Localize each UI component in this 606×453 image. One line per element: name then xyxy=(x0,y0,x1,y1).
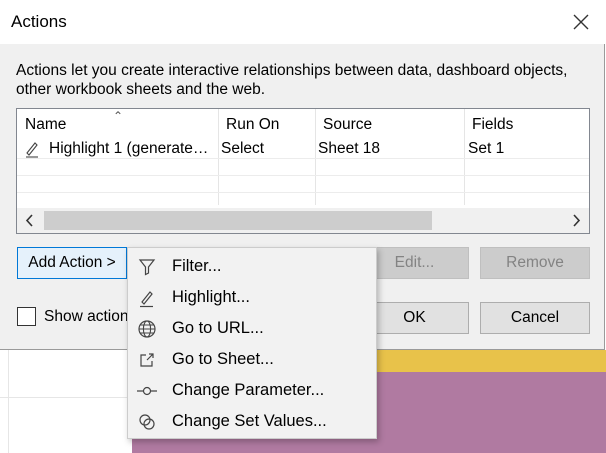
menu-item-go-to-url[interactable]: Go to URL... xyxy=(128,314,376,344)
add-action-button[interactable]: Add Action > xyxy=(17,247,127,279)
grid-line xyxy=(8,350,9,453)
column-header-source[interactable]: Source xyxy=(323,116,372,134)
menu-item-label: Go to Sheet... xyxy=(172,350,274,368)
menu-item-label: Change Parameter... xyxy=(172,381,325,399)
scroll-right-button[interactable] xyxy=(566,211,586,230)
show-actions-checkbox[interactable] xyxy=(17,307,36,326)
background-sheet-grid xyxy=(0,350,132,453)
cell-name: Highlight 1 (generate… xyxy=(49,140,209,157)
column-divider[interactable] xyxy=(315,109,316,205)
highlight-pen-icon xyxy=(140,291,153,308)
column-divider[interactable] xyxy=(218,109,219,205)
external-link-icon xyxy=(140,353,154,367)
column-header-run-on[interactable]: Run On xyxy=(226,116,279,134)
menu-item-label: Filter... xyxy=(172,257,222,275)
filter-icon xyxy=(138,259,156,276)
parameter-slider-icon xyxy=(137,386,157,396)
globe-icon xyxy=(138,320,156,338)
chevron-right-icon xyxy=(573,214,581,227)
column-header-fields[interactable]: Fields xyxy=(472,116,513,134)
sort-ascending-icon: ⌃ xyxy=(113,109,124,123)
dialog-description: Actions let you create interactive relat… xyxy=(16,62,568,98)
scroll-left-button[interactable] xyxy=(20,211,40,230)
menu-item-filter[interactable]: Filter... xyxy=(128,252,376,282)
column-header-name[interactable]: Name xyxy=(25,116,66,134)
menu-item-label: Highlight... xyxy=(172,288,250,306)
grid-line xyxy=(0,397,132,398)
row-divider xyxy=(17,175,589,176)
cell-source: Sheet 18 xyxy=(318,140,381,157)
add-action-menu: Filter... Highlight... Go to URL... Go t… xyxy=(127,247,377,439)
highlight-pen-icon xyxy=(26,142,38,158)
dialog-title: Actions xyxy=(11,12,67,31)
row-divider xyxy=(17,158,589,159)
remove-button[interactable]: Remove xyxy=(480,247,590,279)
cell-run-on: Select xyxy=(221,140,265,157)
menu-item-label: Change Set Values... xyxy=(172,412,327,430)
menu-item-highlight[interactable]: Highlight... xyxy=(128,283,376,313)
menu-item-go-to-sheet[interactable]: Go to Sheet... xyxy=(128,345,376,375)
scrollbar-thumb[interactable] xyxy=(44,211,432,230)
cell-fields: Set 1 xyxy=(468,140,505,157)
title-bar: Actions xyxy=(0,0,605,44)
column-divider[interactable] xyxy=(464,109,465,205)
chevron-left-icon xyxy=(25,214,33,227)
actions-list[interactable]: ⌃ Name Run On Source Fields Highlight 1 … xyxy=(16,108,590,234)
horizontal-scrollbar[interactable] xyxy=(17,208,589,233)
close-button[interactable] xyxy=(566,8,596,36)
close-icon xyxy=(573,14,589,30)
menu-item-change-parameter[interactable]: Change Parameter... xyxy=(128,376,376,406)
cancel-button[interactable]: Cancel xyxy=(480,302,590,334)
menu-item-change-set-values[interactable]: Change Set Values... xyxy=(128,407,376,437)
set-values-icon xyxy=(139,414,155,430)
row-divider xyxy=(17,192,589,193)
menu-item-label: Go to URL... xyxy=(172,319,264,337)
show-actions-label[interactable]: Show action xyxy=(44,308,128,326)
